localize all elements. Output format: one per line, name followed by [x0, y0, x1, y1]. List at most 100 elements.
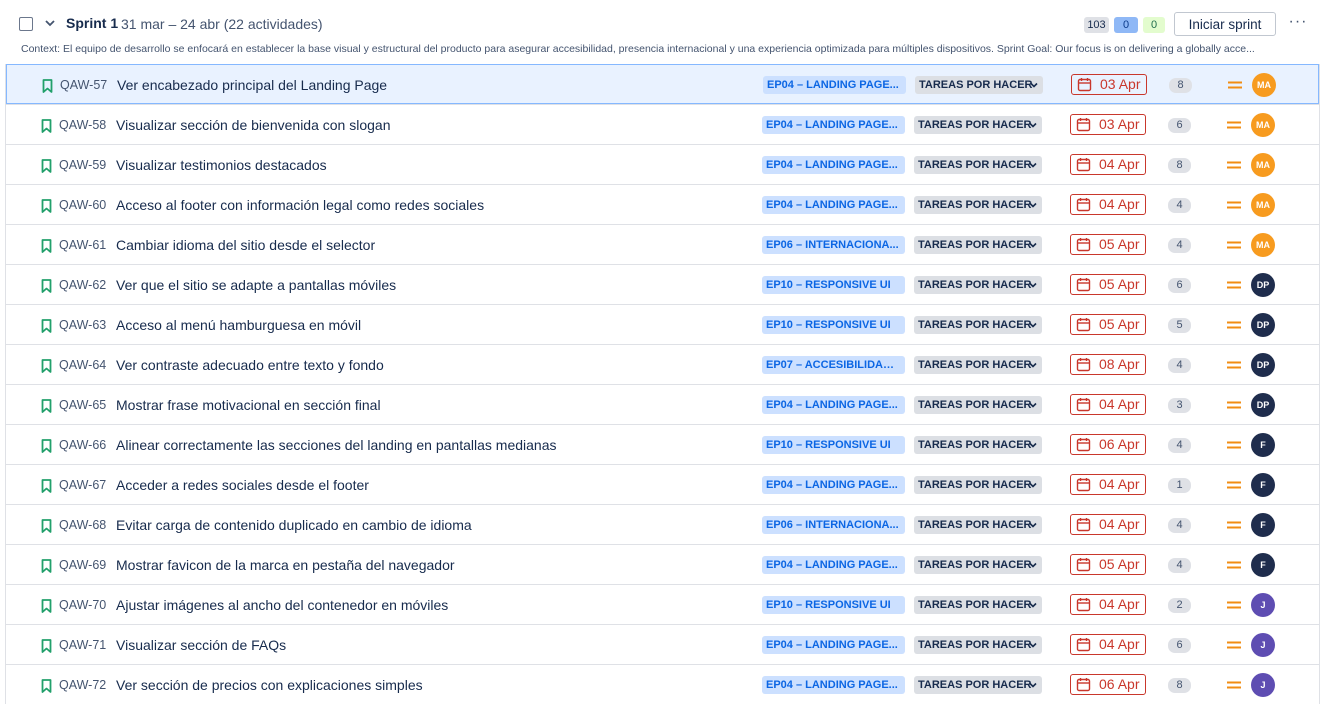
story-points-badge[interactable]: 4: [1168, 358, 1191, 373]
issue-key[interactable]: QAW-62: [59, 278, 106, 292]
assignee-avatar[interactable]: DP: [1251, 313, 1275, 337]
issue-summary[interactable]: Ver encabezado principal del Landing Pag…: [117, 77, 387, 93]
issue-key[interactable]: QAW-70: [59, 598, 106, 612]
issue-row[interactable]: QAW-58 Visualizar sección de bienvenida …: [6, 104, 1319, 144]
priority-medium-icon[interactable]: [1228, 80, 1242, 90]
status-dropdown[interactable]: TAREAS POR HACER: [914, 116, 1042, 134]
status-dropdown[interactable]: TAREAS POR HACER: [914, 476, 1042, 494]
status-dropdown[interactable]: TAREAS POR HACER: [914, 596, 1042, 614]
issue-summary[interactable]: Acceso al footer con información legal c…: [116, 197, 484, 213]
story-points-badge[interactable]: 4: [1168, 238, 1191, 253]
status-dropdown[interactable]: TAREAS POR HACER: [914, 556, 1042, 574]
issue-row[interactable]: QAW-68 Evitar carga de contenido duplica…: [6, 504, 1319, 544]
issue-row[interactable]: QAW-59 Visualizar testimonios destacados…: [6, 144, 1319, 184]
epic-lozenge[interactable]: EP10 – RESPONSIVE UI: [762, 316, 905, 334]
issue-key[interactable]: QAW-57: [60, 78, 107, 92]
issue-row[interactable]: QAW-65 Mostrar frase motivacional en sec…: [6, 384, 1319, 424]
priority-medium-icon[interactable]: [1227, 480, 1241, 490]
chevron-down-icon[interactable]: [44, 17, 56, 29]
due-date-badge[interactable]: 03 Apr: [1070, 114, 1146, 135]
status-dropdown[interactable]: TAREAS POR HACER: [914, 436, 1042, 454]
epic-lozenge[interactable]: EP06 – INTERNACIONA...: [762, 516, 905, 534]
priority-medium-icon[interactable]: [1227, 320, 1241, 330]
issue-row[interactable]: QAW-63 Acceso al menú hamburguesa en móv…: [6, 304, 1319, 344]
priority-medium-icon[interactable]: [1227, 560, 1241, 570]
due-date-badge[interactable]: 04 Apr: [1070, 594, 1146, 615]
issue-key[interactable]: QAW-72: [59, 678, 106, 692]
due-date-badge[interactable]: 06 Apr: [1070, 434, 1146, 455]
issue-key[interactable]: QAW-59: [59, 158, 106, 172]
issue-summary[interactable]: Acceder a redes sociales desde el footer: [116, 477, 369, 493]
epic-lozenge[interactable]: EP04 – LANDING PAGE...: [762, 396, 905, 414]
epic-lozenge[interactable]: EP04 – LANDING PAGE...: [762, 156, 905, 174]
issue-key[interactable]: QAW-65: [59, 398, 106, 412]
issue-summary[interactable]: Evitar carga de contenido duplicado en c…: [116, 517, 472, 533]
epic-lozenge[interactable]: EP04 – LANDING PAGE...: [762, 556, 905, 574]
priority-medium-icon[interactable]: [1227, 200, 1241, 210]
issue-summary[interactable]: Acceso al menú hamburguesa en móvil: [116, 317, 361, 333]
issue-summary[interactable]: Mostrar favicon de la marca en pestaña d…: [116, 557, 455, 573]
story-points-badge[interactable]: 5: [1168, 318, 1191, 333]
issue-summary[interactable]: Visualizar testimonios destacados: [116, 157, 327, 173]
priority-medium-icon[interactable]: [1227, 640, 1241, 650]
due-date-badge[interactable]: 06 Apr: [1070, 674, 1146, 695]
issue-summary[interactable]: Visualizar sección de bienvenida con slo…: [116, 117, 390, 133]
status-dropdown[interactable]: TAREAS POR HACER: [914, 636, 1042, 654]
issue-row[interactable]: QAW-60 Acceso al footer con información …: [6, 184, 1319, 224]
assignee-avatar[interactable]: F: [1251, 513, 1275, 537]
epic-lozenge[interactable]: EP04 – LANDING PAGE...: [763, 76, 906, 94]
status-dropdown[interactable]: TAREAS POR HACER: [914, 316, 1042, 334]
issue-row[interactable]: QAW-71 Visualizar sección de FAQs EP04 –…: [6, 624, 1319, 664]
story-points-badge[interactable]: 8: [1169, 78, 1192, 93]
story-points-badge[interactable]: 4: [1168, 518, 1191, 533]
assignee-avatar[interactable]: J: [1251, 593, 1275, 617]
priority-medium-icon[interactable]: [1227, 600, 1241, 610]
issue-summary[interactable]: Cambiar idioma del sitio desde el select…: [116, 237, 375, 253]
due-date-badge[interactable]: 05 Apr: [1070, 554, 1146, 575]
due-date-badge[interactable]: 05 Apr: [1070, 314, 1146, 335]
due-date-badge[interactable]: 04 Apr: [1070, 514, 1146, 535]
issue-row[interactable]: QAW-66 Alinear correctamente las seccion…: [6, 424, 1319, 464]
priority-medium-icon[interactable]: [1227, 280, 1241, 290]
status-dropdown[interactable]: TAREAS POR HACER: [914, 236, 1042, 254]
due-date-badge[interactable]: 04 Apr: [1070, 474, 1146, 495]
epic-lozenge[interactable]: EP04 – LANDING PAGE...: [762, 676, 905, 694]
status-dropdown[interactable]: TAREAS POR HACER: [914, 276, 1042, 294]
story-points-badge[interactable]: 1: [1168, 478, 1191, 493]
story-points-badge[interactable]: 2: [1168, 598, 1191, 613]
issue-key[interactable]: QAW-61: [59, 238, 106, 252]
issue-summary[interactable]: Ajustar imágenes al ancho del contenedor…: [116, 597, 448, 613]
due-date-badge[interactable]: 08 Apr: [1070, 354, 1146, 375]
epic-lozenge[interactable]: EP04 – LANDING PAGE...: [762, 476, 905, 494]
epic-lozenge[interactable]: EP06 – INTERNACIONA...: [762, 236, 905, 254]
epic-lozenge[interactable]: EP10 – RESPONSIVE UI: [762, 436, 905, 454]
due-date-badge[interactable]: 04 Apr: [1070, 194, 1146, 215]
issue-row[interactable]: QAW-72 Ver sección de precios con explic…: [6, 664, 1319, 704]
priority-medium-icon[interactable]: [1227, 400, 1241, 410]
issue-summary[interactable]: Alinear correctamente las secciones del …: [116, 437, 556, 453]
due-date-badge[interactable]: 04 Apr: [1070, 394, 1146, 415]
assignee-avatar[interactable]: MA: [1251, 153, 1275, 177]
story-points-badge[interactable]: 8: [1168, 678, 1191, 693]
story-points-badge[interactable]: 6: [1168, 118, 1191, 133]
status-dropdown[interactable]: TAREAS POR HACER: [915, 76, 1043, 94]
assignee-avatar[interactable]: DP: [1251, 393, 1275, 417]
status-dropdown[interactable]: TAREAS POR HACER: [914, 356, 1042, 374]
assignee-avatar[interactable]: MA: [1251, 113, 1275, 137]
story-points-badge[interactable]: 4: [1168, 198, 1191, 213]
status-dropdown[interactable]: TAREAS POR HACER: [914, 676, 1042, 694]
story-points-badge[interactable]: 4: [1168, 558, 1191, 573]
sprint-select-checkbox[interactable]: [19, 17, 33, 31]
status-dropdown[interactable]: TAREAS POR HACER: [914, 396, 1042, 414]
epic-lozenge[interactable]: EP04 – LANDING PAGE...: [762, 196, 905, 214]
story-points-badge[interactable]: 6: [1168, 638, 1191, 653]
issue-row[interactable]: QAW-61 Cambiar idioma del sitio desde el…: [6, 224, 1319, 264]
issue-summary[interactable]: Ver que el sitio se adapte a pantallas m…: [116, 277, 396, 293]
epic-lozenge[interactable]: EP07 – ACCESIBILIDAD ...: [762, 356, 905, 374]
epic-lozenge[interactable]: EP10 – RESPONSIVE UI: [762, 276, 905, 294]
due-date-badge[interactable]: 04 Apr: [1070, 634, 1146, 655]
priority-medium-icon[interactable]: [1227, 680, 1241, 690]
more-actions-icon[interactable]: ···: [1287, 12, 1309, 34]
assignee-avatar[interactable]: J: [1251, 633, 1275, 657]
issue-row[interactable]: QAW-57 Ver encabezado principal del Land…: [6, 64, 1319, 104]
